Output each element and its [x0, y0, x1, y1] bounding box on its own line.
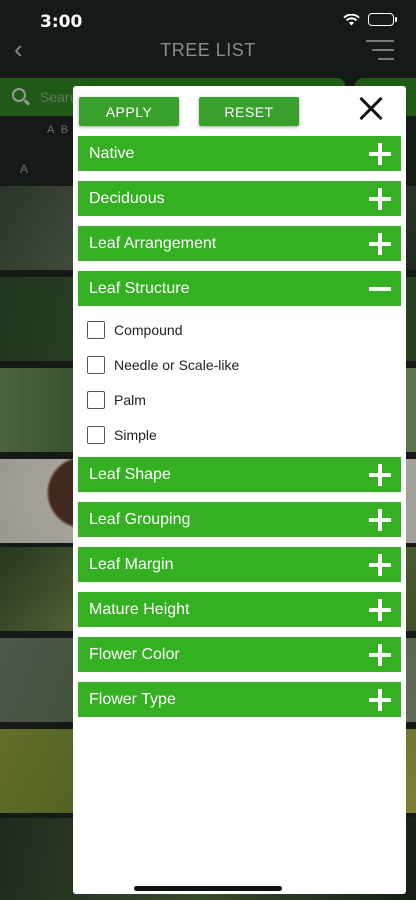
filter-section-mature-height[interactable]: Mature Height	[78, 592, 401, 627]
section-label: Leaf Shape	[89, 466, 171, 483]
section-label: Deciduous	[89, 190, 165, 207]
filter-section-leaf-structure[interactable]: Leaf Structure	[78, 271, 401, 306]
minus-icon[interactable]	[369, 278, 391, 300]
option-label: Compound	[114, 322, 183, 338]
section-label: Leaf Margin	[89, 556, 174, 573]
option-simple[interactable]: Simple	[87, 424, 157, 446]
plus-icon[interactable]	[369, 509, 391, 531]
filter-section-flower-type[interactable]: Flower Type	[78, 682, 401, 717]
section-label: Flower Color	[89, 646, 180, 663]
checkbox[interactable]	[87, 356, 105, 374]
option-palm[interactable]: Palm	[87, 389, 146, 411]
reset-button[interactable]: RESET	[199, 97, 299, 126]
option-needle-or-scale-like[interactable]: Needle or Scale-like	[87, 354, 239, 376]
plus-icon[interactable]	[369, 599, 391, 621]
filter-panel: APPLY RESET Native Deciduous Leaf Arrang…	[73, 86, 406, 894]
plus-icon[interactable]	[369, 689, 391, 711]
menu-icon[interactable]	[366, 40, 394, 67]
plus-icon[interactable]	[369, 464, 391, 486]
option-compound[interactable]: Compound	[87, 319, 183, 341]
plus-icon[interactable]	[369, 143, 391, 165]
section-label: Mature Height	[89, 601, 190, 618]
battery-icon	[368, 13, 397, 26]
filter-section-leaf-shape[interactable]: Leaf Shape	[78, 457, 401, 492]
section-label: Flower Type	[89, 691, 176, 708]
option-label: Needle or Scale-like	[114, 357, 240, 373]
plus-icon[interactable]	[369, 554, 391, 576]
filter-section-native[interactable]: Native	[78, 136, 401, 171]
plus-icon[interactable]	[369, 233, 391, 255]
section-label: Leaf Structure	[89, 280, 190, 297]
filter-section-leaf-margin[interactable]: Leaf Margin	[78, 547, 401, 582]
home-indicator[interactable]	[134, 886, 282, 891]
navigation-bar: ‹ TREE LIST	[0, 30, 416, 70]
filter-section-leaf-grouping[interactable]: Leaf Grouping	[78, 502, 401, 537]
close-icon[interactable]	[354, 92, 388, 126]
checkbox[interactable]	[87, 391, 105, 409]
filter-section-flower-color[interactable]: Flower Color	[78, 637, 401, 672]
plus-icon[interactable]	[369, 188, 391, 210]
checkbox[interactable]	[87, 426, 105, 444]
page-title: TREE LIST	[160, 40, 256, 60]
filter-section-deciduous[interactable]: Deciduous	[78, 181, 401, 216]
section-label: Leaf Grouping	[89, 511, 191, 528]
wifi-icon	[343, 13, 360, 25]
filter-section-leaf-arrangement[interactable]: Leaf Arrangement	[78, 226, 401, 261]
checkbox[interactable]	[87, 321, 105, 339]
option-label: Palm	[114, 392, 146, 408]
option-label: Simple	[114, 427, 157, 443]
status-time: 3:00	[40, 12, 83, 32]
apply-button[interactable]: APPLY	[79, 97, 179, 126]
section-label: Leaf Arrangement	[89, 235, 217, 252]
section-label: Native	[89, 145, 135, 162]
plus-icon[interactable]	[369, 644, 391, 666]
